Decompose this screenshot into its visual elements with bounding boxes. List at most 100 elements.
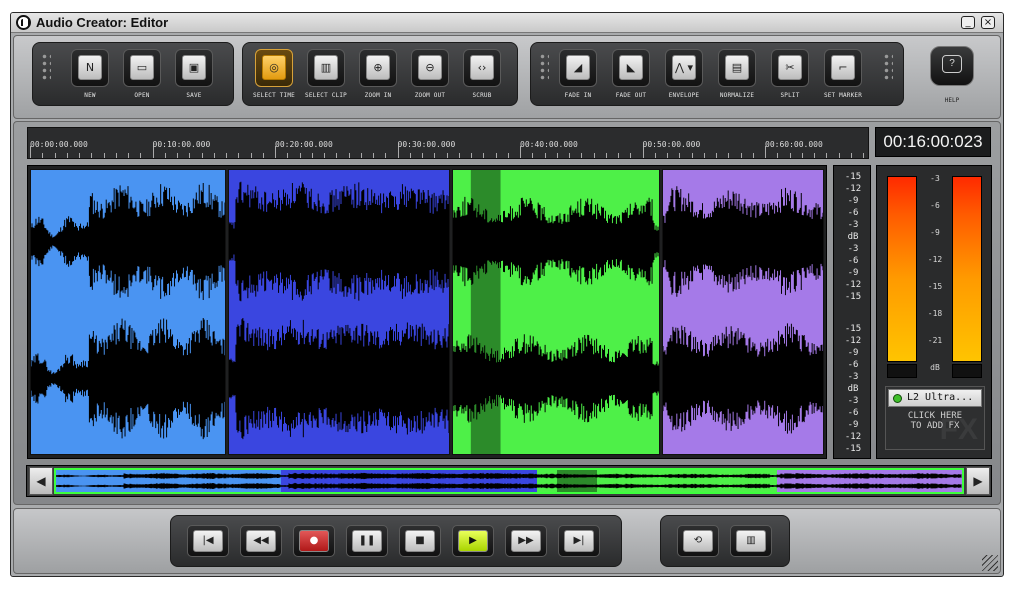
envelope-button[interactable]: ⋀ ▾ xyxy=(665,49,703,87)
meter-scale-label: -18 xyxy=(927,309,943,318)
time-ruler[interactable]: 00:00:00.000 00:10:00.000 00:20:00.000 00:3… xyxy=(27,127,869,159)
zoom-in-button[interactable]: ⊕ xyxy=(359,49,397,87)
ruler-tick xyxy=(164,153,166,158)
grip-handle[interactable] xyxy=(883,53,893,81)
level-meters: -3 -6 -9 -12 -15 -18 -21 dB FX L2 Ultra... CLIC… xyxy=(876,165,992,459)
db-label: -3 xyxy=(847,244,859,254)
save-disk-icon: ▣ xyxy=(182,55,206,80)
overview-waveform[interactable] xyxy=(54,468,964,494)
ruler-tick xyxy=(238,153,240,158)
fade-out-icon: ◣ xyxy=(619,55,643,80)
ruler-tick xyxy=(752,153,754,158)
select-time-button[interactable]: ◎ xyxy=(255,49,293,87)
ruler-tick xyxy=(556,153,558,158)
fade-in-button[interactable]: ◢ xyxy=(559,49,597,87)
ruler-tick xyxy=(42,153,44,158)
zoom-out-icon: ⊖ xyxy=(418,55,442,80)
rewind-button[interactable]: ◀◀ xyxy=(240,525,282,557)
db-label: -6 xyxy=(847,208,859,218)
zoom-out-button[interactable]: ⊖ xyxy=(411,49,449,87)
set-marker-icon: ⌐ xyxy=(831,55,855,80)
ruler-tick xyxy=(348,153,350,158)
db-label: -15 xyxy=(844,172,862,182)
meter-scale-label: dB xyxy=(930,363,940,372)
new-file-icon: N xyxy=(78,55,102,80)
meter-scale-label: -12 xyxy=(927,255,943,264)
grip-handle[interactable] xyxy=(41,53,51,81)
db-label: -12 xyxy=(844,280,862,290)
left-peak-box xyxy=(887,364,917,378)
meter-scale-label: -9 xyxy=(930,228,940,237)
new-button[interactable]: N xyxy=(71,49,109,87)
db-label: -9 xyxy=(847,420,859,430)
clip-2[interactable] xyxy=(228,169,450,455)
grip-handle[interactable] xyxy=(539,53,549,81)
db-label: -6 xyxy=(847,360,859,370)
ruler-tick xyxy=(360,153,362,158)
scrub-button[interactable]: ‹› xyxy=(463,49,501,87)
fx-panel[interactable]: FX L2 Ultra... CLICK HERE TO ADD FX xyxy=(885,386,985,450)
clip-4[interactable] xyxy=(662,169,824,455)
fast-forward-button[interactable]: ▶▶ xyxy=(505,525,547,557)
select-time-icon: ◎ xyxy=(262,55,286,80)
edit-group: ◢ FADE IN ◣ FADE OUT ⋀ ▾ ENVELOPE ▤ NORMALIZE ✂ S… xyxy=(530,42,904,106)
ruler-tick xyxy=(777,153,779,158)
ruler-tick xyxy=(667,153,668,158)
clip-3[interactable] xyxy=(452,169,660,455)
ruler-tick xyxy=(287,153,289,158)
db-label: -15 xyxy=(844,324,862,334)
add-fx-hint[interactable]: CLICK HERE TO ADD FX xyxy=(886,411,984,431)
fx-plugin-slot[interactable]: L2 Ultra... xyxy=(888,389,982,407)
mixer-button[interactable]: ▥ xyxy=(730,525,772,557)
select-clip-button[interactable]: ▥ xyxy=(307,49,345,87)
split-button[interactable]: ✂ xyxy=(771,49,809,87)
ruler-label: 00:10:00.000 xyxy=(152,140,211,149)
normalize-button[interactable]: ▤ xyxy=(718,49,756,87)
ruler-tick xyxy=(618,153,619,158)
fade-out-button[interactable]: ◣ xyxy=(612,49,650,87)
ruler-tick xyxy=(66,153,68,158)
db-label: -6 xyxy=(847,408,859,418)
db-label: -3 xyxy=(847,220,859,230)
db-scale: -15 -12 -9 -6 -3 dB -3 -6 -9 -12 -15 -15 -12 -9 -6 -3 dB… xyxy=(833,165,871,459)
db-label: -3 xyxy=(847,372,859,382)
ruler-tick xyxy=(679,153,681,158)
stop-button[interactable]: ■ xyxy=(399,525,441,557)
open-button[interactable]: ▭ xyxy=(123,49,161,87)
skip-back-icon: |◀ xyxy=(193,530,223,552)
ruler-tick xyxy=(213,153,215,158)
meter-scale-label: -3 xyxy=(930,174,940,183)
ruler-tick xyxy=(336,153,338,158)
set-marker-button[interactable]: ⌐ xyxy=(824,49,862,87)
fx-enabled-led[interactable] xyxy=(893,394,902,403)
ruler-tick xyxy=(177,153,178,158)
ruler-tick xyxy=(434,153,436,158)
ruler-tick xyxy=(593,153,595,158)
skip-end-icon: ▶| xyxy=(564,530,594,552)
ruler-tick xyxy=(789,153,791,158)
ruler-tick xyxy=(691,153,693,158)
scroll-right-button[interactable]: ▶ xyxy=(966,467,990,495)
close-button[interactable]: × xyxy=(981,16,995,29)
ruler-tick xyxy=(581,153,583,158)
clip-1[interactable] xyxy=(30,169,226,455)
go-to-start-button[interactable]: |◀ xyxy=(187,525,229,557)
ruler-tick xyxy=(385,153,387,158)
play-button[interactable]: ▶ xyxy=(452,525,494,557)
scroll-left-button[interactable]: ◀ xyxy=(29,467,53,495)
play-icon: ▶ xyxy=(458,530,488,552)
db-label: -9 xyxy=(847,268,859,278)
waveform-view[interactable] xyxy=(27,165,827,459)
minimize-button[interactable]: _ xyxy=(961,16,975,29)
resize-grip[interactable] xyxy=(982,555,998,571)
go-to-end-button[interactable]: ▶| xyxy=(558,525,600,557)
ruler-tick xyxy=(716,153,717,158)
help-button[interactable]: ? xyxy=(930,46,974,86)
ruler-tick xyxy=(226,153,227,158)
overview-scrollbar: ◀ ▶ xyxy=(26,465,992,497)
pause-button[interactable]: ❚❚ xyxy=(346,525,388,557)
save-button[interactable]: ▣ xyxy=(175,49,213,87)
loop-button[interactable]: ⟲ xyxy=(677,525,719,557)
scrub-icon: ‹› xyxy=(470,55,494,80)
record-button[interactable]: ● xyxy=(293,525,335,557)
